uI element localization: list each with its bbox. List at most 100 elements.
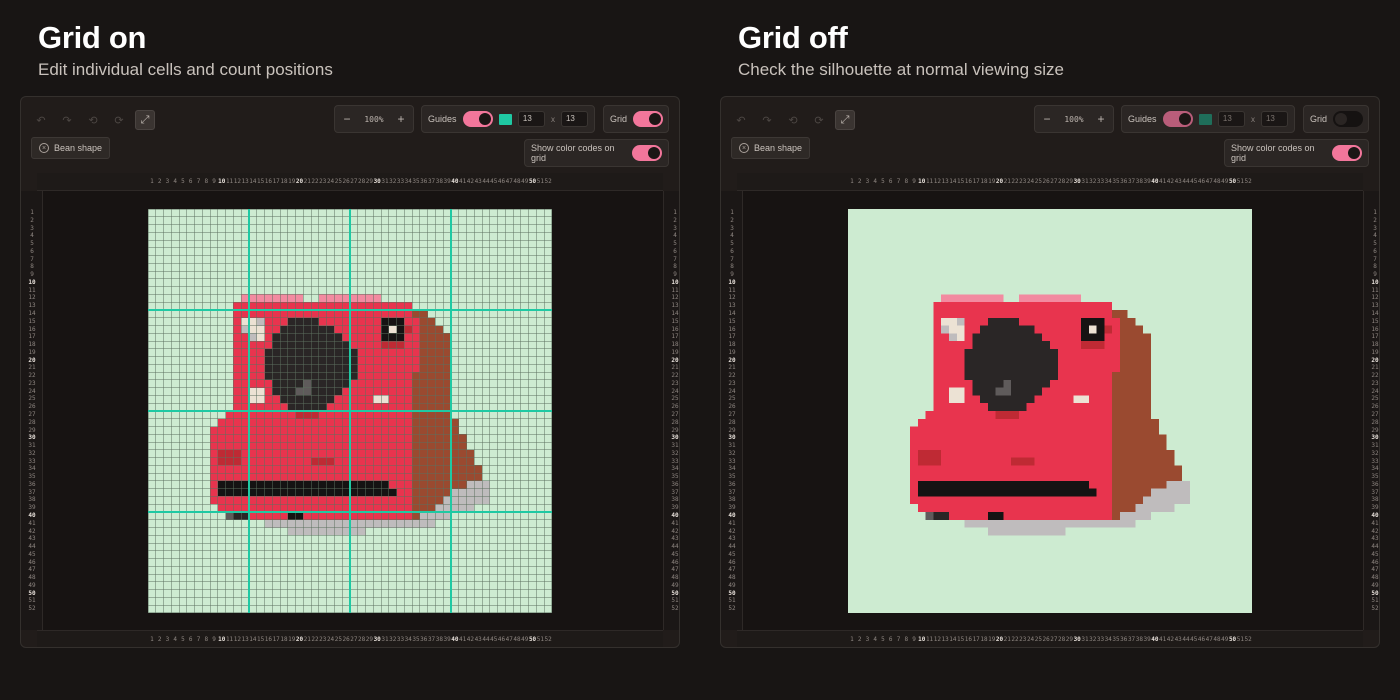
guides-control: Guides 13 x 13	[421, 105, 595, 133]
undo-icon[interactable]: ↶	[731, 110, 751, 130]
ruler-tick-label: 12	[1371, 294, 1379, 302]
zoom-in-button[interactable]: +	[395, 112, 407, 126]
undo-icon[interactable]: ↶	[31, 110, 51, 130]
ruler-tick-label: 43	[1371, 535, 1379, 543]
rotate-right-icon[interactable]: ⟳	[809, 110, 829, 130]
ruler-tick-label: 26	[728, 403, 736, 411]
ruler-tick-label: 14	[671, 310, 679, 317]
ruler-tick-label: 31	[728, 442, 736, 450]
pixel-art-camera[interactable]	[848, 209, 1252, 613]
ruler-tick-label: 1	[30, 209, 34, 216]
ruler-tick-label: 38	[728, 496, 736, 504]
rotate-left-icon[interactable]: ⟲	[783, 110, 803, 130]
ruler-tick-label: 18	[728, 341, 736, 349]
grid-toggle[interactable]	[633, 111, 664, 127]
bean-shape-button[interactable]: × Bean shape	[731, 137, 811, 159]
ruler-tick-label: 24	[1371, 387, 1379, 395]
redo-icon[interactable]: ↷	[57, 110, 77, 130]
ruler-tick-label: 8	[1373, 263, 1377, 271]
ruler-tick-label: 1	[1373, 209, 1377, 216]
ruler-tick-label: 45	[671, 550, 679, 558]
ruler-tick-label: 33	[1371, 457, 1379, 465]
ruler-tick-label: 30	[28, 434, 36, 442]
ruler-tick-label: 23	[728, 379, 736, 387]
redo-icon[interactable]: ↷	[757, 110, 777, 130]
ruler-tick-label: 40	[671, 512, 679, 519]
pixel-canvas[interactable]	[848, 209, 1252, 613]
ruler-tick-label: 52	[1371, 605, 1379, 613]
grid-label: Grid	[1310, 114, 1328, 124]
ruler-tick-label: 20	[28, 356, 36, 364]
ruler-tick-label: 38	[671, 496, 679, 504]
ruler-tick-label: 5	[673, 240, 677, 248]
color-codes-toggle[interactable]	[632, 145, 662, 161]
guide-rows-input[interactable]: 13	[560, 111, 589, 127]
ruler-tick-label: 34	[28, 465, 36, 473]
ruler-tick-label: 10	[671, 278, 679, 286]
ruler-tick-label: 32	[728, 449, 736, 457]
pixel-canvas[interactable]	[148, 209, 552, 613]
ruler-tick-label: 17	[28, 333, 36, 341]
top-ruler: 1 2 3 4 5 6 7 8 9 10 11 12 13 14 15 16 17 18 19 20 21 22 23 24 2…	[37, 173, 663, 191]
guides-toggle[interactable]	[462, 111, 493, 127]
ruler-tick-label: 51	[728, 597, 736, 605]
ruler-tick-label: 4	[30, 232, 34, 240]
ruler-tick-label: 38	[1371, 496, 1379, 504]
guide-columns-input[interactable]: 13	[517, 111, 545, 127]
ruler-tick-label: 18	[28, 341, 36, 349]
ruler-tick-label: 25	[671, 395, 679, 403]
ruler-tick-label: 44	[671, 543, 679, 551]
ruler-tick-label: 25	[1371, 395, 1379, 403]
ruler-tick-label: 48	[728, 574, 736, 582]
ruler-tick-label: 11	[728, 286, 736, 294]
ruler-tick-label: 31	[1371, 442, 1379, 450]
expand-icon[interactable]: ⤢	[135, 110, 155, 130]
ruler-tick-label: 52	[1244, 636, 1252, 643]
ruler-tick-label: 46	[671, 558, 679, 566]
section-title: Grid off	[738, 20, 848, 55]
ruler-tick-label: 51	[671, 597, 679, 605]
ruler-tick-label: 25	[28, 395, 36, 403]
ruler-tick-label: 5	[30, 240, 34, 248]
grid-control: Grid	[603, 105, 669, 133]
zoom-out-button[interactable]: −	[1041, 112, 1053, 126]
ruler-tick-label: 43	[671, 535, 679, 543]
ruler-tick-label: 7	[30, 255, 34, 263]
ruler-tick-label: 41	[1371, 519, 1379, 527]
rotate-left-icon[interactable]: ⟲	[83, 110, 103, 130]
ruler-tick-label: 42	[28, 527, 36, 535]
ruler-tick-label: 1	[673, 209, 677, 216]
bean-shape-label: Bean shape	[754, 143, 803, 153]
ruler-tick-label: 34	[1371, 465, 1379, 473]
ruler-tick-label: 29	[671, 426, 679, 434]
guide-columns-input[interactable]: 13	[1217, 111, 1245, 127]
color-codes-toggle[interactable]	[1332, 145, 1362, 161]
bean-shape-button[interactable]: × Bean shape	[31, 137, 111, 159]
rotate-right-icon[interactable]: ⟳	[109, 110, 129, 130]
left-ruler: 1 2 3 4 5 6 7 8 9 10 11 12 13 14 15 16 17 18 19 20 21 22 23 24 2…	[21, 191, 43, 630]
guides-toggle[interactable]	[1162, 111, 1193, 127]
pixel-art-camera[interactable]	[148, 209, 552, 613]
zoom-out-button[interactable]: −	[341, 112, 353, 126]
expand-icon[interactable]: ⤢	[835, 110, 855, 130]
ruler-tick-label: 14	[728, 310, 736, 317]
ruler-tick-label: 35	[28, 473, 36, 481]
zoom-in-button[interactable]: +	[1095, 112, 1107, 126]
ruler-tick-label: 6	[30, 247, 34, 255]
ruler-tick-label: 36	[728, 480, 736, 488]
guide-color-swatch[interactable]	[1198, 113, 1212, 125]
ruler-tick-label: 4	[730, 232, 734, 240]
ruler-tick-label: 15	[728, 317, 736, 325]
circle-icon: ×	[739, 143, 749, 153]
guide-color-swatch[interactable]	[498, 113, 512, 125]
ruler-tick-label: 30	[1371, 434, 1379, 442]
ruler-tick-label: 26	[1371, 403, 1379, 411]
ruler-tick-label: 49	[728, 581, 736, 589]
grid-toggle[interactable]	[1333, 111, 1364, 127]
ruler-tick-label: 28	[728, 418, 736, 426]
bottom-ruler: 1 2 3 4 5 6 7 8 9 10 11 12 13 14 15 16 17 18 19 20 21 22 23 24 2…	[37, 630, 663, 647]
ruler-tick-label: 22	[1371, 372, 1379, 380]
ruler-tick-label: 45	[28, 550, 36, 558]
guide-rows-input[interactable]: 13	[1260, 111, 1289, 127]
ruler-tick-label: 42	[728, 527, 736, 535]
